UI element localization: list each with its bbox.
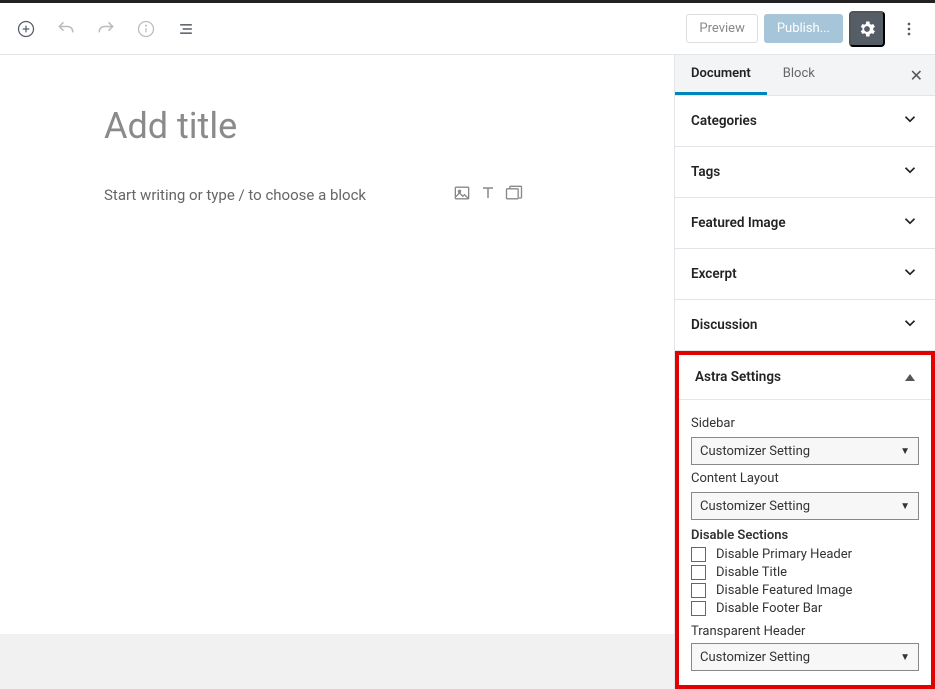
info-icon [136, 19, 156, 39]
disable-footer-bar-checkbox[interactable] [691, 601, 706, 616]
settings-sidebar: Document Block ✕ Categories Tags Feature… [674, 55, 935, 689]
toolbar-left-group [8, 11, 204, 47]
outline-icon [176, 19, 196, 39]
panel-title: Featured Image [691, 215, 786, 231]
panel-title: Excerpt [691, 266, 737, 282]
disable-sections-label: Disable Sections [691, 528, 919, 543]
panel-featured-image[interactable]: Featured Image [675, 198, 935, 249]
astra-panel-body: Sidebar Customizer Setting ▼ Content Lay… [679, 400, 931, 685]
undo-button[interactable] [48, 11, 84, 47]
disable-footer-bar-row: Disable Footer Bar [691, 601, 919, 616]
select-value: Customizer Setting [700, 499, 810, 514]
content-layout-select[interactable]: Customizer Setting ▼ [691, 492, 919, 520]
checkbox-label: Disable Title [716, 565, 787, 580]
chevron-down-icon [901, 212, 919, 234]
astra-settings-panel: Astra Settings Sidebar Customizer Settin… [675, 351, 935, 689]
astra-title: Astra Settings [695, 369, 781, 385]
disable-featured-image-row: Disable Featured Image [691, 583, 919, 598]
checkbox-label: Disable Footer Bar [716, 601, 822, 616]
select-value: Customizer Setting [700, 444, 810, 459]
transparent-header-label: Transparent Header [691, 624, 919, 639]
info-button[interactable] [128, 11, 164, 47]
sidebar-tabs: Document Block ✕ [675, 55, 935, 96]
panel-excerpt[interactable]: Excerpt [675, 249, 935, 300]
caret-down-icon: ▼ [900, 446, 910, 457]
sidebar-field-label: Sidebar [691, 416, 919, 431]
image-icon [452, 183, 472, 203]
panel-categories[interactable]: Categories [675, 96, 935, 147]
gallery-icon [504, 183, 524, 203]
gallery-block-button[interactable] [504, 183, 524, 207]
panel-title: Tags [691, 164, 720, 180]
publish-button[interactable]: Publish... [764, 14, 843, 43]
disable-title-checkbox[interactable] [691, 565, 706, 580]
post-title-input[interactable]: Add title [104, 105, 624, 147]
panel-title: Categories [691, 113, 757, 129]
sidebar-select[interactable]: Customizer Setting ▼ [691, 437, 919, 465]
panel-tags[interactable]: Tags [675, 147, 935, 198]
panel-discussion[interactable]: Discussion [675, 300, 935, 351]
checkbox-label: Disable Primary Header [716, 547, 852, 562]
main-layout: Add title Start writing or type / to cho… [0, 55, 935, 689]
disable-title-row: Disable Title [691, 565, 919, 580]
disable-primary-header-checkbox[interactable] [691, 547, 706, 562]
tab-block[interactable]: Block [767, 55, 831, 95]
redo-button[interactable] [88, 11, 124, 47]
editor-canvas: Add title Start writing or type / to cho… [0, 55, 674, 689]
redo-icon [96, 19, 116, 39]
disable-primary-header-row: Disable Primary Header [691, 547, 919, 562]
top-toolbar: Preview Publish... [0, 0, 935, 55]
chevron-down-icon [901, 161, 919, 183]
tab-document[interactable]: Document [675, 55, 767, 95]
settings-button[interactable] [849, 11, 885, 47]
editor-footer-strip [0, 634, 674, 689]
disable-featured-image-checkbox[interactable] [691, 583, 706, 598]
dots-vertical-icon [899, 19, 919, 39]
plus-circle-icon [16, 19, 36, 39]
astra-panel-header[interactable]: Astra Settings [679, 355, 931, 400]
undo-icon [56, 19, 76, 39]
block-placeholder-text[interactable]: Start writing or type / to choose a bloc… [104, 186, 366, 204]
outline-button[interactable] [168, 11, 204, 47]
more-options-button[interactable] [891, 11, 927, 47]
heading-block-button[interactable] [478, 183, 498, 207]
collapse-up-icon [905, 374, 915, 381]
chevron-down-icon [901, 263, 919, 285]
add-block-button[interactable] [8, 11, 44, 47]
caret-down-icon: ▼ [900, 501, 910, 512]
block-placeholder-row: Start writing or type / to choose a bloc… [104, 183, 624, 207]
preview-button[interactable]: Preview [686, 14, 757, 43]
checkbox-label: Disable Featured Image [716, 583, 852, 598]
caret-down-icon: ▼ [900, 652, 910, 663]
image-block-button[interactable] [452, 183, 472, 207]
panel-title: Discussion [691, 317, 757, 333]
gear-icon [857, 19, 877, 39]
select-value: Customizer Setting [700, 650, 810, 665]
transparent-header-select[interactable]: Customizer Setting ▼ [691, 643, 919, 671]
block-quick-tools [452, 183, 524, 207]
text-icon [478, 183, 498, 203]
chevron-down-icon [901, 314, 919, 336]
chevron-down-icon [901, 110, 919, 132]
content-layout-label: Content Layout [691, 471, 919, 486]
close-sidebar-button[interactable]: ✕ [910, 66, 923, 85]
toolbar-right-group: Preview Publish... [686, 11, 927, 47]
